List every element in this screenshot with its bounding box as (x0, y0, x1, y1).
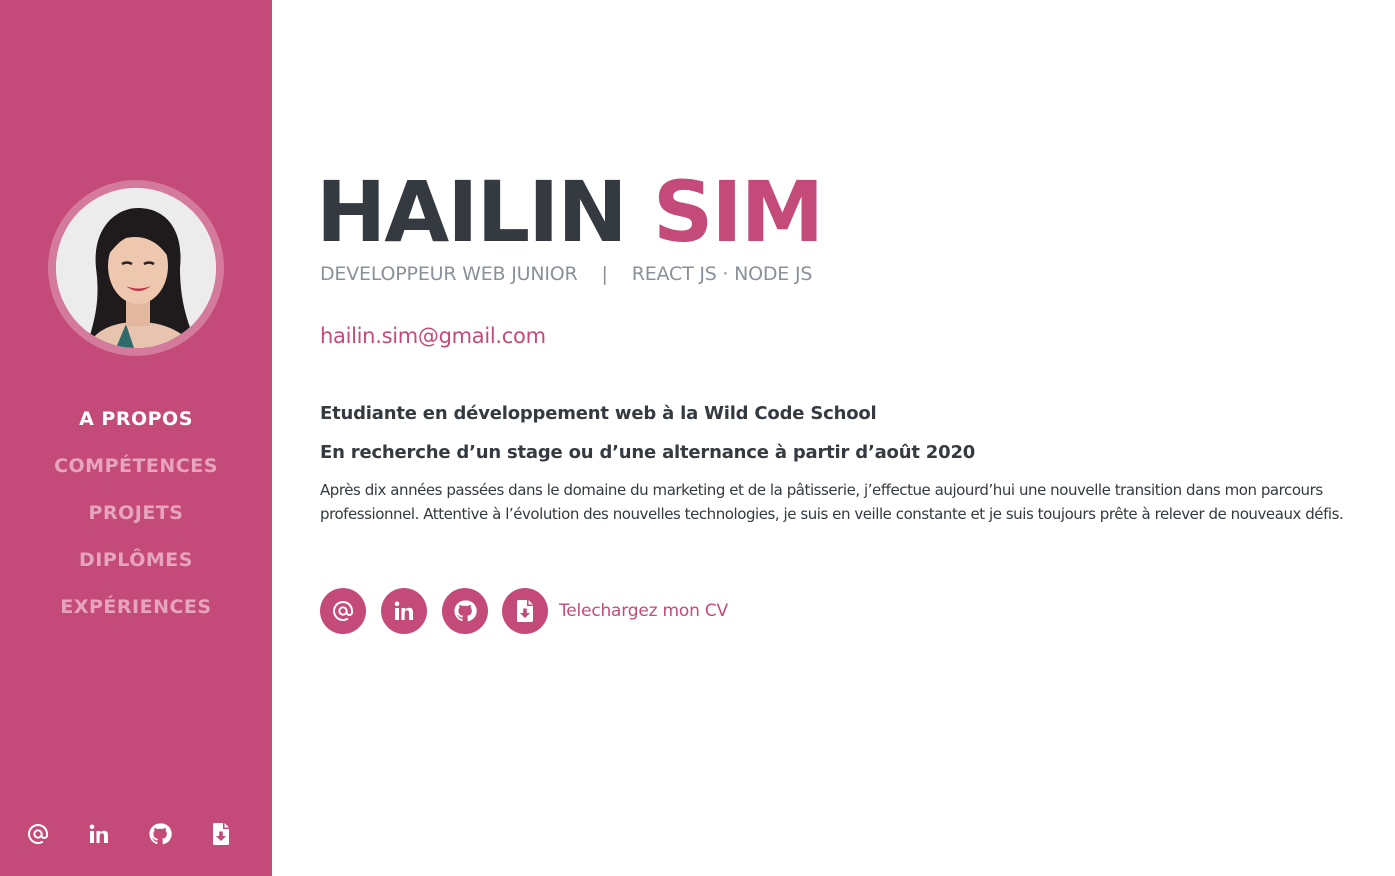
avatar-ring (48, 180, 224, 356)
sidebar-email-link[interactable] (22, 818, 54, 850)
subtitle: DEVELOPPEUR WEB JUNIOR | REACT JS · NODE J… (320, 261, 812, 287)
tech-stack: REACT JS · NODE JS (631, 263, 813, 285)
at-icon (333, 601, 353, 621)
nav-item-a-propos[interactable]: A PROPOS (0, 403, 272, 450)
github-button[interactable] (442, 588, 488, 634)
job-title: DEVELOPPEUR WEB JUNIOR (320, 263, 578, 285)
nav-item-projets[interactable]: PROJETS (0, 497, 272, 544)
cv-download-button[interactable] (502, 588, 548, 634)
main-content: HAILIN SIM DEVELOPPEUR WEB JUNIOR | REACT … (316, 0, 1380, 876)
nav-item-diplomes[interactable]: DIPLÔMES (0, 544, 272, 591)
sidebar-linkedin-link[interactable] (83, 818, 115, 850)
linkedin-icon (394, 601, 413, 620)
nav-item-competences[interactable]: COMPÉTENCES (0, 450, 272, 497)
subtitle-separator: | (601, 263, 608, 285)
cv-download-link[interactable]: Telechargez mon CV (559, 599, 728, 623)
social-links: Telechargez mon CV (320, 588, 920, 634)
file-download-icon (517, 600, 533, 622)
about-lead-school: Etudiante en développement web à la Wild… (320, 403, 877, 424)
about-description: Après dix années passées dans le domaine… (320, 481, 1344, 523)
sidebar-cv-download-link[interactable] (205, 818, 237, 850)
last-name: SIM (652, 163, 824, 261)
email-button[interactable] (320, 588, 366, 634)
sidebar: A PROPOS COMPÉTENCES PROJETS DIPLÔMES EX… (0, 0, 272, 876)
github-icon (454, 600, 477, 622)
about-lead-search: En recherche d’un stage ou d’une alterna… (320, 442, 976, 463)
linkedin-button[interactable] (381, 588, 427, 634)
first-name: HAILIN (316, 163, 628, 261)
avatar (56, 188, 216, 348)
nav-item-experiences[interactable]: EXPÉRIENCES (0, 591, 272, 638)
at-icon (28, 824, 48, 844)
sidebar-github-link[interactable] (144, 818, 176, 850)
email-link[interactable]: hailin.sim@gmail.com (320, 321, 546, 351)
github-icon (149, 823, 172, 845)
page-title: HAILIN SIM (316, 162, 824, 262)
sidebar-social-links (0, 818, 272, 850)
profile-photo (56, 188, 216, 348)
sidebar-nav: A PROPOS COMPÉTENCES PROJETS DIPLÔMES EX… (0, 403, 272, 638)
file-download-icon (213, 823, 229, 845)
linkedin-icon (89, 824, 108, 843)
